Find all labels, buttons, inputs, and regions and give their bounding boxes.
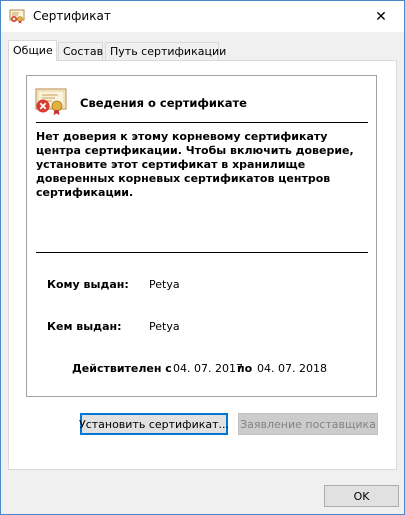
issued-by-value: Petya (149, 320, 180, 333)
tab-details[interactable]: Состав (58, 42, 103, 60)
certificate-info-box: Сведения о сертификате Нет доверия к это… (26, 75, 377, 397)
issued-to-value: Petya (149, 278, 180, 291)
ok-button[interactable]: OK (324, 485, 399, 507)
certificate-dialog: Сертификат ✕ Общие Состав Путь сертифика… (0, 0, 405, 515)
separator-bottom (36, 252, 368, 253)
close-icon: ✕ (375, 8, 387, 25)
issued-by-label: Кем выдан: (47, 320, 122, 333)
close-button[interactable]: ✕ (358, 1, 404, 32)
tab-panel-general: Сведения о сертификате Нет доверия к это… (8, 60, 397, 470)
certificate-error-icon (35, 88, 67, 115)
tab-strip: Общие Состав Путь сертификации (8, 40, 398, 61)
valid-from-label: Действителен с (72, 362, 172, 375)
install-certificate-button[interactable]: Установить сертификат... (79, 413, 229, 435)
title-bar: Сертификат ✕ (1, 1, 404, 32)
certificate-icon (9, 9, 25, 24)
issuer-statement-button: Заявление поставщика (238, 413, 378, 435)
valid-to-value: 04. 07. 2018 (257, 362, 327, 375)
separator-top (36, 122, 368, 123)
info-header: Сведения о сертификате (80, 96, 247, 110)
window-title: Сертификат (33, 9, 111, 23)
tab-certification-path[interactable]: Путь сертификации (105, 42, 226, 60)
issued-to-label: Кому выдан: (47, 278, 129, 291)
tab-general[interactable]: Общие (8, 40, 57, 61)
valid-from-value: 04. 07. 2017 (173, 362, 243, 375)
trust-warning: Нет доверия к этому корневому сертификат… (36, 130, 354, 199)
valid-to-label: по (237, 362, 253, 375)
